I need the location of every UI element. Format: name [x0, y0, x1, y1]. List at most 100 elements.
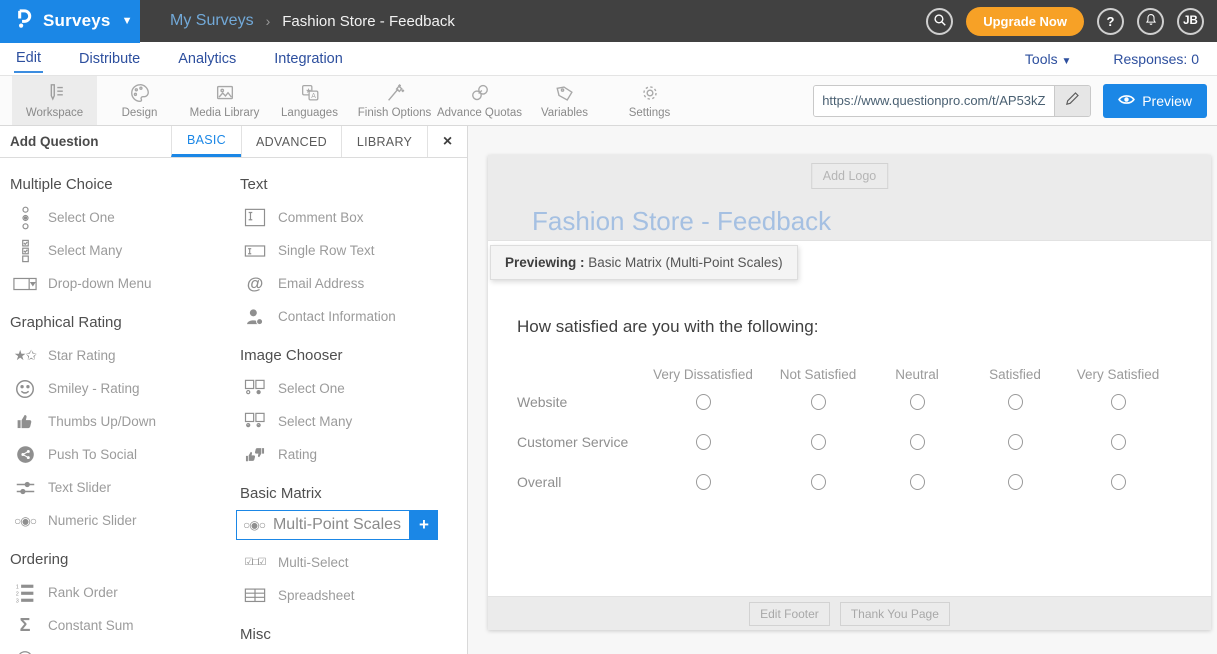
- matrix-radio[interactable]: [811, 394, 826, 410]
- question-card: Previewing : Basic Matrix (Multi-Point S…: [488, 240, 1211, 597]
- matrix-radio[interactable]: [811, 474, 826, 490]
- toolbar-advance-quotas[interactable]: Advance Quotas: [437, 76, 522, 125]
- qtype-image-rating[interactable]: Rating: [236, 438, 466, 471]
- qtype-comment-box[interactable]: Comment Box: [236, 201, 466, 234]
- smiley-icon: [12, 378, 38, 400]
- qtype-spreadsheet[interactable]: Spreadsheet: [236, 579, 466, 612]
- section-title: Image Chooser: [240, 347, 466, 364]
- matrix-radio[interactable]: [696, 474, 711, 490]
- workspace-icon: [43, 82, 67, 104]
- thank-you-page-button[interactable]: Thank You Page: [840, 602, 950, 626]
- responses-count[interactable]: Responses: 0: [1113, 51, 1199, 67]
- qtype-image-select-many[interactable]: Select Many: [236, 405, 466, 438]
- edit-footer-button[interactable]: Edit Footer: [749, 602, 830, 626]
- product-menu-label: Surveys: [43, 11, 111, 31]
- matrix-question: How satisfied are you with the following…: [488, 241, 1211, 502]
- avatar[interactable]: JB: [1177, 8, 1204, 35]
- matrix-radio[interactable]: [1111, 394, 1126, 410]
- toolbar-workspace[interactable]: Workspace: [12, 76, 97, 125]
- breadcrumb-parent[interactable]: My Surveys: [170, 12, 254, 30]
- pencil-icon: [1065, 91, 1080, 111]
- qtype-select-many[interactable]: Select Many: [6, 234, 236, 267]
- palette-icon: [128, 82, 152, 104]
- survey-url-input[interactable]: [814, 86, 1054, 116]
- toolbar-label: Workspace: [26, 107, 83, 119]
- qtype-multi-point-scales-selected[interactable]: ○◉○ Multi-Point Scales +: [236, 510, 466, 540]
- add-logo-button[interactable]: Add Logo: [811, 163, 889, 189]
- survey-preview-area: Add Logo Fashion Store - Feedback Previe…: [468, 126, 1217, 654]
- matrix-radio[interactable]: [811, 434, 826, 450]
- matrix-column-header: Very Satisfied: [1073, 367, 1163, 382]
- qtype-smiley-rating[interactable]: Smiley - Rating: [6, 372, 236, 405]
- toolbar-label: Languages: [281, 107, 338, 119]
- tab-edit[interactable]: Edit: [14, 44, 43, 73]
- matrix-radio[interactable]: [1008, 394, 1023, 410]
- survey-title[interactable]: Fashion Store - Feedback: [532, 206, 831, 237]
- qtype-partial-item[interactable]: [6, 642, 236, 654]
- chevron-down-icon: ▼: [122, 15, 133, 27]
- upgrade-now-button[interactable]: Upgrade Now: [966, 7, 1084, 36]
- qtype-contact-information[interactable]: Contact Information: [236, 300, 466, 333]
- stars-icon: ★✩: [12, 347, 38, 364]
- qtype-text-slider[interactable]: Text Slider: [6, 471, 236, 504]
- tag-icon: [553, 82, 577, 104]
- question-mark-icon: ?: [1107, 14, 1115, 29]
- qtype-select-one[interactable]: Select One: [6, 201, 236, 234]
- matrix-radio[interactable]: [910, 434, 925, 450]
- matrix-radio[interactable]: [1008, 474, 1023, 490]
- matrix-radio[interactable]: [1111, 474, 1126, 490]
- qtype-rank-order[interactable]: 123 Rank Order: [6, 576, 236, 609]
- toolbar-finish-options[interactable]: Finish Options: [352, 76, 437, 125]
- tab-distribute[interactable]: Distribute: [77, 45, 142, 72]
- tab-integration[interactable]: Integration: [272, 45, 345, 72]
- matrix-radio[interactable]: [1111, 434, 1126, 450]
- multiselect-icon: ☑□☑: [242, 557, 268, 568]
- matrix-radio[interactable]: [910, 474, 925, 490]
- question-text[interactable]: How satisfied are you with the following…: [517, 317, 1211, 337]
- toolbar-design[interactable]: Design: [97, 76, 182, 125]
- qtype-numeric-slider[interactable]: ○◉○ Numeric Slider: [6, 504, 236, 537]
- product-switcher[interactable]: Surveys ▼: [0, 0, 140, 43]
- image-rating-icon: [242, 445, 268, 464]
- toolbar-variables[interactable]: Variables: [522, 76, 607, 125]
- qtype-star-rating[interactable]: ★✩ Star Rating: [6, 339, 236, 372]
- toolbar-label: Media Library: [190, 107, 260, 119]
- toolbar-settings[interactable]: Settings: [607, 76, 692, 125]
- matrix-row-label: Overall: [517, 474, 647, 490]
- matrix-radio[interactable]: [696, 394, 711, 410]
- notifications-button[interactable]: [1137, 8, 1164, 35]
- matrix-row-customer-service: Customer Service: [517, 422, 1211, 462]
- qtype-image-select-one[interactable]: Select One: [236, 372, 466, 405]
- qtype-constant-sum[interactable]: Σ Constant Sum: [6, 609, 236, 642]
- close-panel-button[interactable]: ×: [427, 126, 467, 157]
- section-title: Misc: [240, 626, 466, 643]
- qtype-push-to-social[interactable]: Push To Social: [6, 438, 236, 471]
- edit-url-button[interactable]: [1054, 86, 1090, 116]
- checkbox-stack-icon: [12, 239, 38, 263]
- toolbar-languages[interactable]: ★A Languages: [267, 76, 352, 125]
- toolbar-media-library[interactable]: Media Library: [182, 76, 267, 125]
- qtype-email-address[interactable]: @ Email Address: [236, 267, 466, 300]
- image-icon: [213, 82, 237, 104]
- top-bar: Surveys ▼ My Surveys › Fashion Store - F…: [0, 0, 1217, 42]
- tab-advanced[interactable]: ADVANCED: [241, 126, 341, 157]
- tools-menu[interactable]: Tools ▼: [1025, 51, 1071, 67]
- matrix-radio[interactable]: [910, 394, 925, 410]
- qtype-thumbs[interactable]: Thumbs Up/Down: [6, 405, 236, 438]
- qtype-multi-select[interactable]: ☑□☑ Multi-Select: [236, 546, 466, 579]
- help-button[interactable]: ?: [1097, 8, 1124, 35]
- spreadsheet-icon: [242, 587, 268, 604]
- matrix-radio[interactable]: [696, 434, 711, 450]
- question-types-col1: Multiple Choice Select One Select Many D…: [6, 164, 236, 654]
- svg-text:1: 1: [15, 584, 18, 590]
- tab-basic[interactable]: BASIC: [171, 126, 241, 157]
- matrix-radio[interactable]: [1008, 434, 1023, 450]
- tab-analytics[interactable]: Analytics: [176, 45, 238, 72]
- qtype-dropdown-menu[interactable]: Drop-down Menu: [6, 267, 236, 300]
- preview-button[interactable]: Preview: [1103, 84, 1207, 118]
- qtype-single-row-text[interactable]: Single Row Text: [236, 234, 466, 267]
- search-button[interactable]: [926, 8, 953, 35]
- tab-library[interactable]: LIBRARY: [341, 126, 427, 157]
- survey-header: Add Logo Fashion Store - Feedback: [488, 155, 1211, 240]
- add-question-plus-button[interactable]: +: [410, 510, 438, 540]
